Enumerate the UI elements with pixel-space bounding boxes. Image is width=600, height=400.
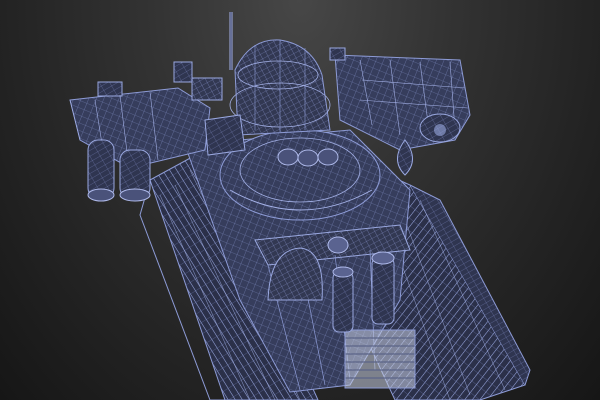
rear-engine-block <box>344 329 416 389</box>
turret <box>229 39 331 136</box>
3d-viewport[interactable] <box>0 0 600 400</box>
wireframe-render <box>69 12 531 400</box>
front-hatches <box>277 148 339 167</box>
